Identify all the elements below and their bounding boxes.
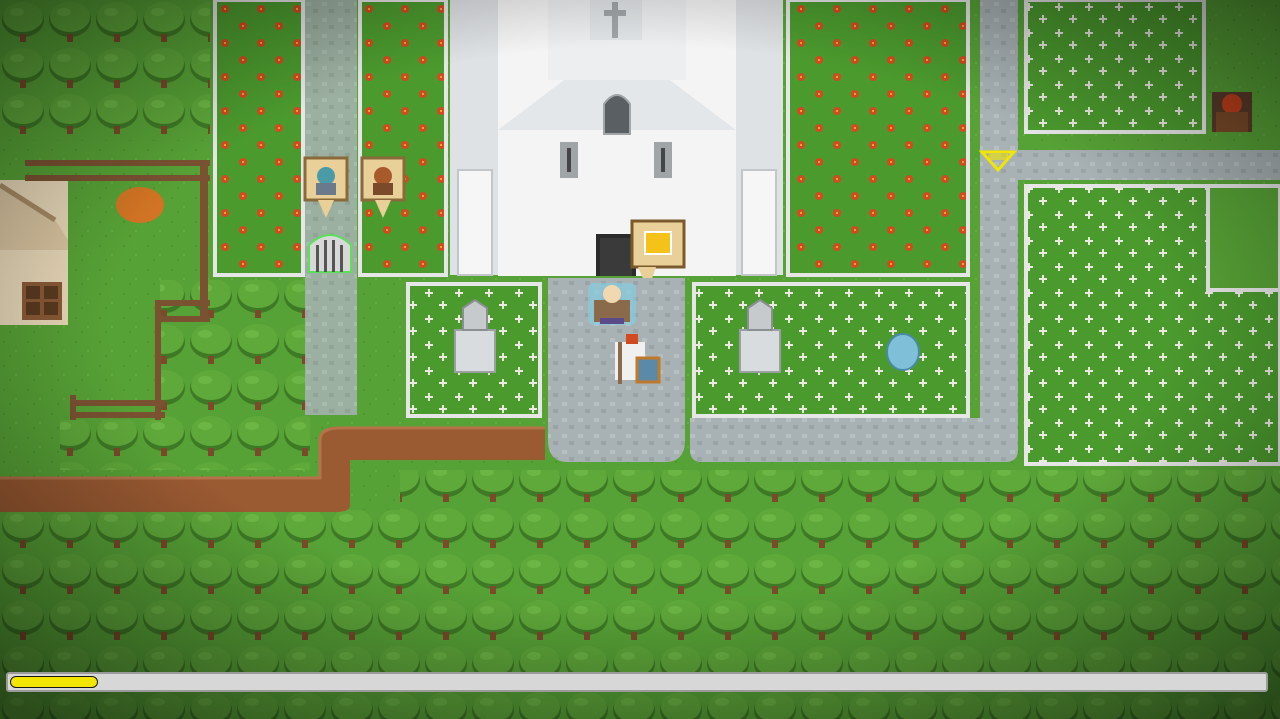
grass-plot: [1206, 184, 1280, 292]
forest-bushes: [400, 470, 1280, 670]
white-flower-grave: [692, 282, 970, 418]
churchyard-map[interactable]: [0, 0, 1280, 719]
pumpkin-bush: [116, 187, 164, 223]
priest-npc-icon[interactable]: [588, 283, 636, 325]
cottage[interactable]: [0, 180, 68, 325]
red-flower-bed: [786, 0, 970, 277]
bush-cluster: [0, 0, 210, 140]
crystal-egg-icon[interactable]: [886, 333, 920, 371]
bush-cluster: [60, 420, 310, 470]
red-flower-bed: [358, 0, 448, 277]
red-flower-bed: [213, 0, 305, 277]
progress-bar-fill: [10, 676, 98, 688]
game-viewport[interactable]: [0, 0, 1280, 719]
progress-bar: [6, 672, 1268, 692]
church-building-icon[interactable]: [450, 0, 783, 276]
iron-gate-icon[interactable]: [308, 234, 352, 273]
white-flower-grave: [1024, 0, 1206, 134]
villager-npc-icon[interactable]: [1212, 92, 1252, 132]
cobble-path[interactable]: [305, 0, 357, 415]
forest-bushes: [0, 510, 400, 670]
